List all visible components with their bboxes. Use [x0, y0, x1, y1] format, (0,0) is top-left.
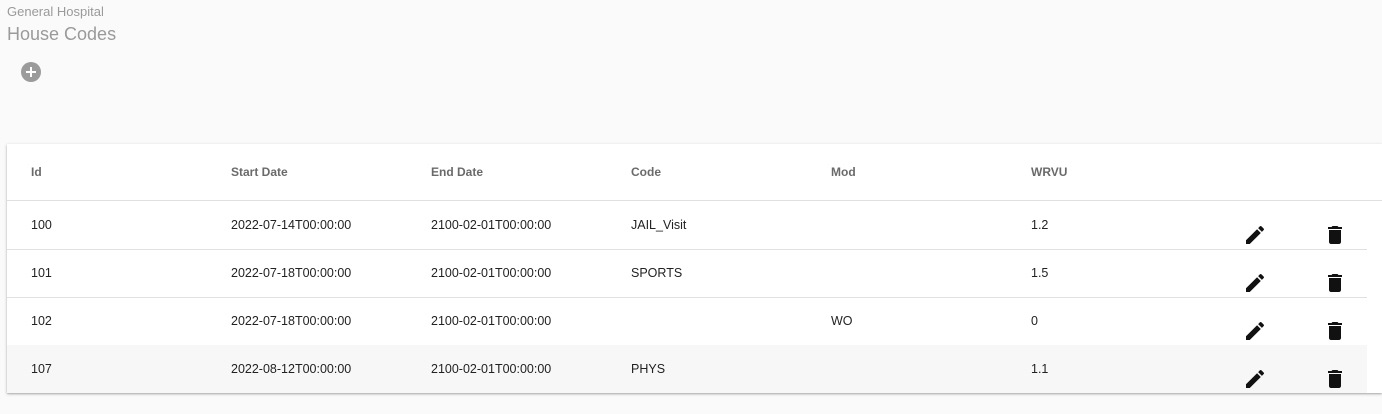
cell-code: SPORTS: [631, 266, 683, 280]
cell-mod: WO: [831, 314, 853, 328]
cell-start-date: 2022-07-18T00:00:00: [231, 266, 352, 280]
cell-end-date: 2100-02-01T00:00:00: [431, 266, 552, 280]
pencil-icon[interactable]: [1243, 367, 1267, 391]
cell-code: JAIL_Visit: [631, 218, 687, 232]
header-mod[interactable]: Mod: [831, 165, 856, 179]
cell-id: 107: [31, 362, 52, 376]
cell-wrvu: 1.5: [1031, 266, 1049, 280]
cell-wrvu: 0: [1031, 314, 1038, 328]
pencil-icon[interactable]: [1243, 223, 1267, 247]
cell-start-date: 2022-07-14T00:00:00: [231, 218, 352, 232]
table-header-row: Id Start Date End Date Code Mod WRVU: [7, 144, 1382, 201]
cell-id: 102: [31, 314, 52, 328]
table-row: 107 2022-08-12T00:00:00 2100-02-01T00:00…: [7, 345, 1367, 393]
table-row: 101 2022-07-18T00:00:00 2100-02-01T00:00…: [7, 249, 1367, 298]
org-name: General Hospital: [7, 4, 104, 19]
page-title: House Codes: [7, 24, 117, 44]
header-start-date[interactable]: Start Date: [231, 165, 288, 179]
trash-icon[interactable]: [1323, 367, 1347, 391]
cell-wrvu: 1.2: [1031, 218, 1049, 232]
table-row: 102 2022-07-18T00:00:00 2100-02-01T00:00…: [7, 297, 1367, 346]
cell-code: PHYS: [631, 362, 666, 376]
cell-start-date: 2022-07-18T00:00:00: [231, 314, 352, 328]
header-code[interactable]: Code: [631, 165, 661, 179]
table-row: 100 2022-07-14T00:00:00 2100-02-01T00:00…: [7, 201, 1367, 250]
cell-id: 100: [31, 218, 52, 232]
header-end-date[interactable]: End Date: [431, 165, 483, 179]
add-circle-icon[interactable]: [21, 62, 41, 82]
house-codes-table: Id Start Date End Date Code Mod WRVU 100…: [7, 144, 1382, 393]
cell-end-date: 2100-02-01T00:00:00: [431, 362, 552, 376]
pencil-icon[interactable]: [1243, 271, 1267, 295]
cell-wrvu: 1.1: [1031, 362, 1049, 376]
cell-start-date: 2022-08-12T00:00:00: [231, 362, 352, 376]
trash-icon[interactable]: [1323, 271, 1347, 295]
pencil-icon[interactable]: [1243, 319, 1267, 343]
trash-icon[interactable]: [1323, 223, 1347, 247]
trash-icon[interactable]: [1323, 319, 1347, 343]
header-id[interactable]: Id: [31, 165, 42, 179]
cell-end-date: 2100-02-01T00:00:00: [431, 218, 552, 232]
cell-end-date: 2100-02-01T00:00:00: [431, 314, 552, 328]
cell-id: 101: [31, 266, 52, 280]
header-wrvu[interactable]: WRVU: [1031, 165, 1067, 179]
